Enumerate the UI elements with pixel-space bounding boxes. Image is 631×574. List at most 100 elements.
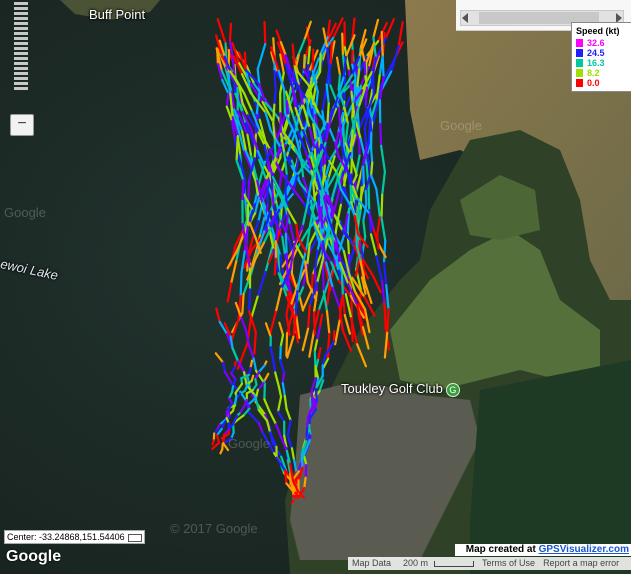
track-segment — [386, 308, 390, 334]
legend-title: Speed (kt) — [576, 26, 620, 36]
crosshair-icon[interactable] — [127, 533, 142, 542]
zoom-tick[interactable] — [14, 27, 28, 30]
zoom-tick[interactable] — [14, 37, 28, 40]
golf-club-name: Toukley Golf Club — [341, 381, 443, 396]
legend-swatch — [576, 79, 583, 87]
track-segment — [312, 311, 316, 335]
speed-legend: Speed (kt) 32.6 24.5 16.3 8.2 0.0 — [571, 22, 631, 92]
track-segment — [370, 161, 374, 177]
zoom-out-button[interactable]: − — [10, 114, 34, 136]
scale-bar: 200 m — [395, 557, 478, 570]
track-segment — [279, 112, 282, 135]
track-segment — [310, 273, 314, 291]
center-text: Center: -33.24868,151.54406 — [7, 532, 125, 542]
track-segment — [273, 69, 277, 91]
track-segment — [228, 22, 233, 43]
satellite-map[interactable] — [0, 0, 631, 574]
legend-item: 0.0 — [576, 78, 600, 88]
legend-swatch — [576, 59, 583, 67]
track-segment — [313, 350, 317, 367]
zoom-tick[interactable] — [14, 17, 28, 20]
track-segment — [272, 103, 276, 125]
track-segment — [243, 180, 247, 196]
zoom-tick[interactable] — [14, 52, 28, 55]
track-segment — [304, 463, 308, 479]
zoom-tick[interactable] — [14, 57, 28, 60]
track-segment — [284, 174, 288, 194]
zoom-tick[interactable] — [14, 2, 28, 5]
track-segment — [271, 188, 275, 208]
track-segment — [337, 106, 342, 126]
zoom-tick[interactable] — [14, 22, 28, 25]
bushland — [470, 360, 631, 574]
legend-label: 16.3 — [587, 58, 605, 68]
track-segment — [233, 394, 238, 407]
report-error-link[interactable]: Report a map error — [539, 557, 623, 570]
golf-club-label[interactable]: Toukley Golf Club G — [341, 381, 460, 397]
track-segment — [281, 371, 286, 385]
track-segment — [241, 179, 245, 202]
track-segment — [375, 234, 380, 250]
track-segment — [367, 184, 371, 212]
track-segment — [239, 271, 243, 298]
google-watermark: Google — [228, 436, 270, 451]
zoom-tick[interactable] — [14, 42, 28, 45]
golf-icon: G — [445, 382, 460, 397]
track-segment — [341, 32, 345, 57]
track-segment — [380, 193, 384, 219]
track-segment — [314, 387, 318, 404]
zoom-slider[interactable] — [13, 0, 29, 108]
track-segment — [372, 73, 375, 96]
track-segment — [253, 331, 257, 355]
track-segment — [354, 199, 357, 216]
terms-link[interactable]: Terms of Use — [478, 557, 539, 570]
track-segment — [364, 189, 368, 206]
track-segment — [319, 206, 324, 231]
track-segment — [285, 332, 289, 357]
track-segment — [273, 257, 278, 276]
map-data-link[interactable]: Map Data — [348, 557, 395, 570]
track-segment — [225, 92, 230, 108]
legend-item: 16.3 — [576, 58, 605, 68]
zoom-tick[interactable] — [14, 7, 28, 10]
track-segment — [211, 439, 215, 446]
zoom-tick[interactable] — [14, 12, 28, 15]
zoom-tick[interactable] — [14, 87, 28, 90]
track-segment — [311, 48, 315, 72]
zoom-tick[interactable] — [14, 72, 28, 75]
track-segment — [306, 415, 310, 430]
track-segment — [310, 388, 314, 408]
zoom-tick[interactable] — [14, 32, 28, 35]
credit-bar: Map created at GPSVisualizer.com — [455, 544, 631, 556]
track-segment — [272, 122, 276, 141]
map-footer: Map Data 200 m Terms of Use Report a map… — [348, 557, 631, 570]
scroll-left-icon[interactable] — [462, 13, 468, 23]
google-watermark: Google — [4, 205, 46, 220]
track-segment — [285, 252, 289, 276]
buff-point-label: Buff Point — [89, 7, 146, 22]
track-segment — [282, 89, 286, 114]
track-segment — [351, 102, 355, 120]
track-segment — [295, 223, 299, 239]
credit-prefix: Map created at — [465, 544, 539, 555]
track-segment — [329, 41, 333, 66]
zoom-tick[interactable] — [14, 77, 28, 80]
track-segment — [322, 267, 325, 293]
zoom-tick[interactable] — [14, 82, 28, 85]
track-segment — [363, 127, 368, 149]
track-segment — [273, 87, 277, 106]
gpsvisualizer-link[interactable]: GPSVisualizer.com — [539, 544, 629, 555]
track-segment — [331, 230, 335, 255]
legend-label: 8.2 — [587, 68, 600, 78]
track-segment — [263, 20, 267, 46]
track-segment — [305, 427, 309, 443]
track-segment — [216, 48, 220, 66]
zoom-tick[interactable] — [14, 47, 28, 50]
scale-label: 200 m — [403, 558, 429, 568]
google-watermark: © 2017 Google — [170, 521, 258, 536]
zoom-tick[interactable] — [14, 67, 28, 70]
track-segment — [241, 292, 245, 315]
zoom-tick[interactable] — [14, 62, 28, 65]
track-segment — [370, 147, 374, 164]
legend-swatch — [576, 49, 583, 57]
